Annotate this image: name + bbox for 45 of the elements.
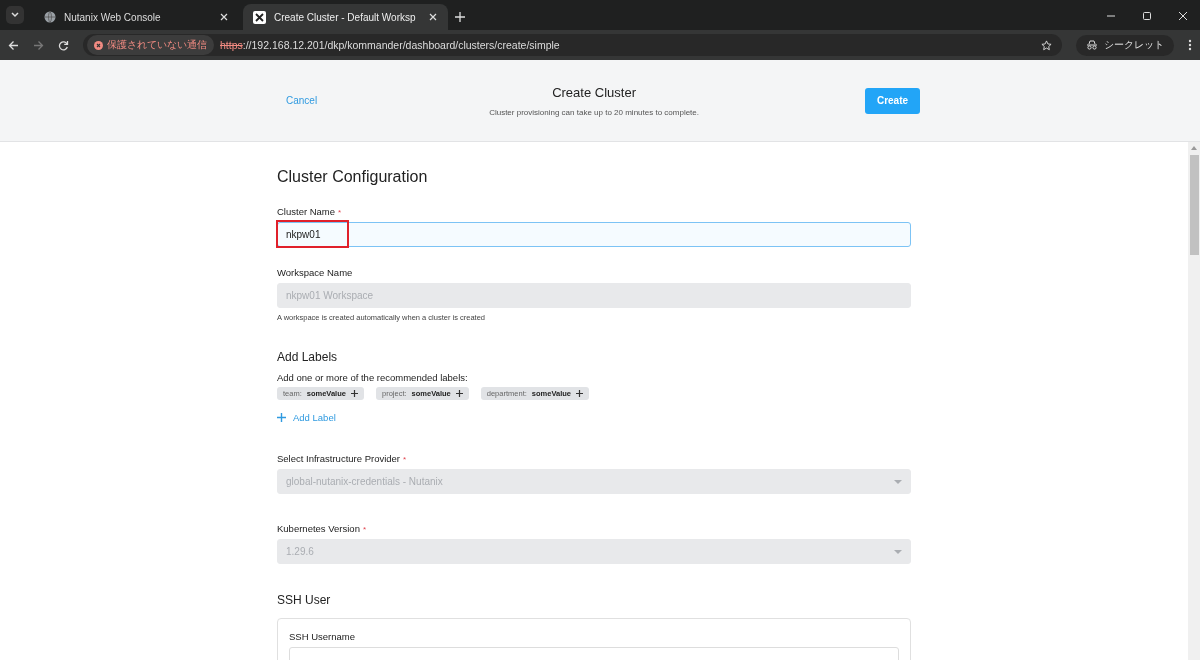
url-text: https://192.168.12.201/dkp/kommander/dashboard/clusters/create/simple [220,39,560,51]
reload-icon[interactable] [58,39,69,51]
section-title: Cluster Configuration [277,168,429,186]
menu-icon[interactable] [1188,39,1192,51]
field-label: Workspace Name [277,267,353,278]
close-icon[interactable] [1178,11,1188,21]
field-label: SSH Username [289,631,356,642]
plus-icon [576,390,583,397]
chevron-icon [11,12,19,18]
warning-icon [94,40,103,50]
field-label: Kubernetes Version [277,523,360,534]
close-icon[interactable] [219,12,229,22]
field-label: Cluster Name [277,206,336,217]
field-label: Select Infrastructure Provider [277,453,401,464]
incognito-icon [1086,40,1098,50]
required-mark: * [362,525,367,534]
page-subtitle: Cluster provisioning can take up to 20 minutes to complete. [489,107,699,117]
required-mark: * [403,455,407,464]
back-icon[interactable] [8,39,19,51]
text-field[interactable]: nkpw01 [277,222,911,247]
scrollbar[interactable] [1188,142,1200,660]
browser-tab[interactable]: Nutanix Web Console [34,4,239,30]
incognito-button[interactable]: シークレット [1076,34,1174,56]
globe-icon [44,11,56,23]
section-heading: Add Labels [277,350,339,364]
plus-icon [455,390,463,397]
address-bar[interactable]: 保護されていない通信 https://192.168.12.201/dkp/kommander/dashboard/clusters/create/simple [83,34,1062,56]
section-heading: SSH User [277,593,332,607]
star-icon[interactable] [1041,39,1052,51]
security-chip[interactable]: 保護されていない通信 [87,35,214,55]
tab-search-button[interactable] [6,6,24,24]
forward-icon[interactable] [33,39,44,51]
required-mark: * [338,208,342,217]
plus-icon [350,390,358,397]
page-title: Create Cluster [552,84,636,100]
caret-icon [894,479,902,484]
labels-hint: Add one or more of the recommended labels: [277,372,469,383]
caret-icon [894,549,902,554]
scroll-thumb[interactable] [1189,155,1199,255]
new-tab-icon[interactable] [454,11,466,23]
plus-icon [277,413,286,422]
browser-tab[interactable]: Create Cluster - Default Worksp [243,4,448,30]
x-logo-icon [253,10,266,24]
maximize-icon[interactable] [1142,11,1152,21]
close-icon[interactable] [428,12,438,22]
